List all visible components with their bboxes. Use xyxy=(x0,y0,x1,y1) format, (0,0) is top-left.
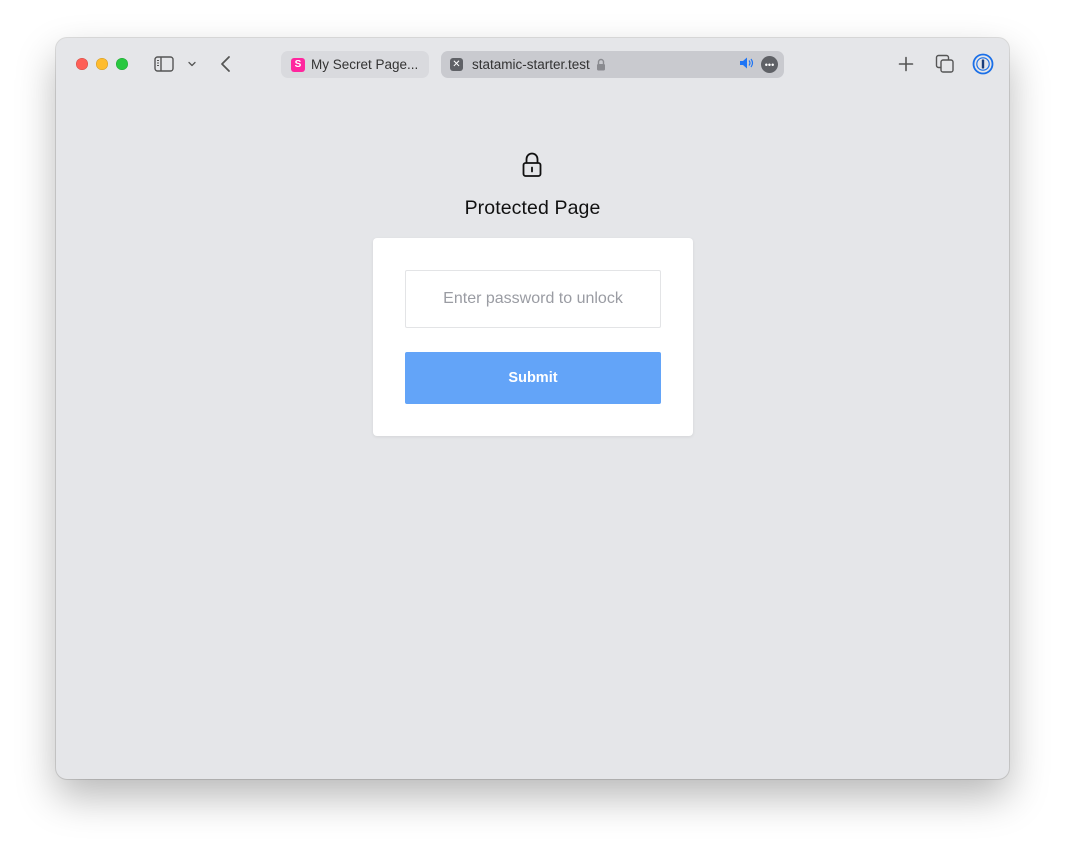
page-title: Protected Page xyxy=(464,197,601,219)
more-options-icon[interactable]: ••• xyxy=(761,56,778,73)
browser-window: S My Secret Page... ✕ statamic-starter.t… xyxy=(56,38,1009,779)
tab-overview-icon[interactable] xyxy=(933,52,957,76)
window-minimize-button[interactable] xyxy=(96,58,108,70)
close-square-icon: ✕ xyxy=(450,58,463,71)
chevron-down-icon[interactable] xyxy=(184,56,200,72)
statamic-favicon-icon: S xyxy=(291,57,305,72)
new-tab-plus-icon[interactable] xyxy=(894,52,918,76)
speaker-icon[interactable] xyxy=(739,56,755,73)
browser-toolbar: S My Secret Page... ✕ statamic-starter.t… xyxy=(56,38,1009,90)
password-input[interactable] xyxy=(405,270,661,328)
window-close-button[interactable] xyxy=(76,58,88,70)
sidebar-toggle-icon[interactable] xyxy=(152,54,176,74)
tab-label: My Secret Page... xyxy=(311,57,419,72)
lock-icon xyxy=(596,58,606,71)
submit-button[interactable]: Submit xyxy=(405,352,661,404)
password-manager-icon[interactable] xyxy=(971,52,995,76)
lock-icon xyxy=(520,151,544,179)
tab-my-secret-page[interactable]: S My Secret Page... xyxy=(281,51,429,78)
password-form-card: Submit xyxy=(373,238,693,436)
window-maximize-button[interactable] xyxy=(116,58,128,70)
page-content: Protected Page Submit xyxy=(56,90,1009,779)
back-arrow-icon[interactable] xyxy=(216,53,236,75)
tab-label: statamic-starter.test xyxy=(472,57,590,72)
tab-statamic-starter[interactable]: ✕ statamic-starter.test ••• xyxy=(441,51,784,78)
